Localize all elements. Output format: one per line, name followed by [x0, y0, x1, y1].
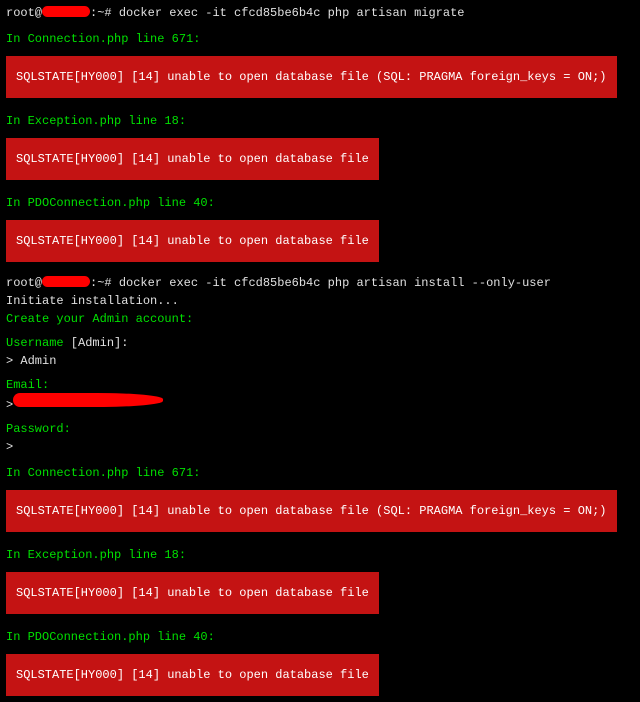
prompt-user-2: root@: [6, 276, 42, 290]
install-create-admin: Create your Admin account:: [6, 310, 634, 328]
error-header-2c: In PDOConnection.php line 40:: [6, 628, 634, 646]
command-2: docker exec -it cfcd85be6b4c php artisan…: [119, 276, 551, 290]
email-prompt-char: >: [6, 398, 13, 412]
error-box-1b: SQLSTATE[HY000] [14] unable to open data…: [6, 138, 379, 180]
error-header-1b: In Exception.php line 18:: [6, 112, 634, 130]
error-box-2b: SQLSTATE[HY000] [14] unable to open data…: [6, 572, 379, 614]
redacted-hostname-1: [42, 6, 90, 17]
error-header-2a: In Connection.php line 671:: [6, 464, 634, 482]
username-prompt-line: Username [Admin]:: [6, 334, 634, 352]
shell-prompt-2: root@ :~# docker exec -it cfcd85be6b4c ph…: [6, 274, 634, 292]
command-1: docker exec -it cfcd85be6b4c php artisan…: [119, 6, 465, 20]
redacted-email: [13, 393, 163, 407]
install-initiate: Initiate installation...: [6, 292, 634, 310]
email-value-line: >: [6, 394, 634, 414]
error-header-2b: In Exception.php line 18:: [6, 546, 634, 564]
error-box-1c: SQLSTATE[HY000] [14] unable to open data…: [6, 220, 379, 262]
username-label: Username: [6, 336, 64, 350]
error-box-1a: SQLSTATE[HY000] [14] unable to open data…: [6, 56, 617, 98]
prompt-suffix-1: :~#: [90, 6, 119, 20]
email-label: Email:: [6, 376, 634, 394]
error-box-2c: SQLSTATE[HY000] [14] unable to open data…: [6, 654, 379, 696]
username-value: > Admin: [6, 352, 634, 370]
error-header-1c: In PDOConnection.php line 40:: [6, 194, 634, 212]
error-box-2a: SQLSTATE[HY000] [14] unable to open data…: [6, 490, 617, 532]
shell-prompt-1: root@ :~# docker exec -it cfcd85be6b4c ph…: [6, 4, 634, 22]
prompt-user-1: root@: [6, 6, 42, 20]
password-label: Password:: [6, 420, 634, 438]
redacted-hostname-2: [42, 276, 90, 287]
error-header-1a: In Connection.php line 671:: [6, 30, 634, 48]
username-default: [Admin]:: [64, 336, 129, 350]
password-prompt: >: [6, 438, 634, 456]
prompt-suffix-2: :~#: [90, 276, 119, 290]
